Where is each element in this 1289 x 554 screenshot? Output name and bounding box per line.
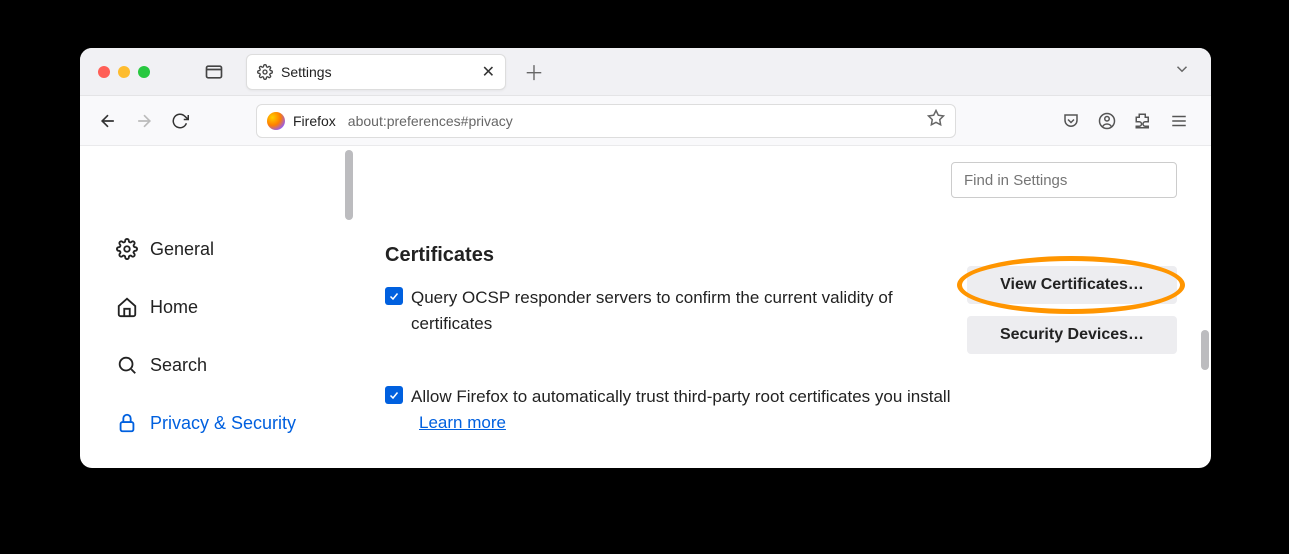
trust-label: Allow Firefox to automatically trust thi… bbox=[411, 384, 961, 435]
url-bar[interactable]: Firefox about:preferences#privacy bbox=[256, 104, 956, 138]
sidebar-item-label: General bbox=[150, 239, 214, 260]
sidebar-toggle-icon[interactable] bbox=[200, 58, 228, 86]
browser-window: Settings ✕ ＋ Firefox about:preferences#p… bbox=[80, 48, 1211, 468]
view-certificates-button[interactable]: View Certificates… bbox=[967, 266, 1177, 304]
section-title: Certificates bbox=[385, 244, 1181, 267]
trust-label-text: Allow Firefox to automatically trust thi… bbox=[411, 387, 950, 406]
sidebar-item-home[interactable]: Home bbox=[116, 284, 345, 330]
account-icon[interactable] bbox=[1097, 111, 1117, 131]
close-window-button[interactable] bbox=[98, 66, 110, 78]
cert-action-buttons: View Certificates… Security Devices… bbox=[967, 266, 1177, 354]
sidebar-item-label: Home bbox=[150, 297, 198, 318]
content-area: General Home Search Privacy & Security bbox=[80, 146, 1211, 468]
reload-button[interactable] bbox=[170, 111, 190, 131]
bookmark-star-icon[interactable] bbox=[927, 109, 945, 132]
extensions-icon[interactable] bbox=[1133, 111, 1153, 131]
toolbar: Firefox about:preferences#privacy bbox=[80, 96, 1211, 146]
sidebar-item-general[interactable]: General bbox=[116, 226, 345, 272]
url-path: about:preferences#privacy bbox=[348, 113, 919, 129]
trust-setting-row: Allow Firefox to automatically trust thi… bbox=[385, 384, 1181, 435]
learn-more-link[interactable]: Learn more bbox=[419, 413, 506, 432]
gear-icon bbox=[257, 64, 273, 80]
gear-icon bbox=[116, 238, 138, 260]
maximize-window-button[interactable] bbox=[138, 66, 150, 78]
close-tab-icon[interactable]: ✕ bbox=[482, 62, 495, 82]
settings-sidebar: General Home Search Privacy & Security bbox=[80, 146, 345, 468]
minimize-window-button[interactable] bbox=[118, 66, 130, 78]
sidebar-scrollbar[interactable] bbox=[345, 150, 355, 460]
scrollbar-thumb[interactable] bbox=[1201, 330, 1209, 370]
forward-button[interactable] bbox=[134, 111, 154, 131]
back-button[interactable] bbox=[98, 111, 118, 131]
find-input[interactable] bbox=[964, 172, 1164, 189]
url-context: Firefox bbox=[293, 113, 336, 129]
browser-tab[interactable]: Settings ✕ bbox=[246, 54, 506, 90]
home-icon bbox=[116, 296, 138, 318]
sidebar-item-label: Search bbox=[150, 355, 207, 376]
sidebar-item-search[interactable]: Search bbox=[116, 342, 345, 388]
lock-icon bbox=[116, 412, 138, 434]
sidebar-item-privacy[interactable]: Privacy & Security bbox=[116, 400, 345, 446]
find-in-settings[interactable] bbox=[951, 162, 1177, 198]
ocsp-checkbox[interactable] bbox=[385, 287, 403, 305]
pocket-icon[interactable] bbox=[1061, 111, 1081, 131]
title-bar: Settings ✕ ＋ bbox=[80, 48, 1211, 96]
scrollbar-thumb[interactable] bbox=[345, 150, 353, 220]
new-tab-button[interactable]: ＋ bbox=[524, 57, 544, 86]
ocsp-label: Query OCSP responder servers to confirm … bbox=[411, 285, 961, 336]
content-scrollbar[interactable] bbox=[1201, 150, 1211, 460]
window-controls bbox=[80, 66, 150, 78]
settings-main: Certificates Query OCSP responder server… bbox=[355, 146, 1201, 468]
tab-title: Settings bbox=[281, 64, 482, 80]
tabs-dropdown-icon[interactable] bbox=[1173, 60, 1191, 83]
search-icon bbox=[116, 354, 138, 376]
sidebar-item-label: Privacy & Security bbox=[150, 413, 296, 434]
trust-checkbox[interactable] bbox=[385, 386, 403, 404]
firefox-logo-icon bbox=[267, 112, 285, 130]
security-devices-button[interactable]: Security Devices… bbox=[967, 316, 1177, 354]
menu-icon[interactable] bbox=[1169, 111, 1189, 131]
